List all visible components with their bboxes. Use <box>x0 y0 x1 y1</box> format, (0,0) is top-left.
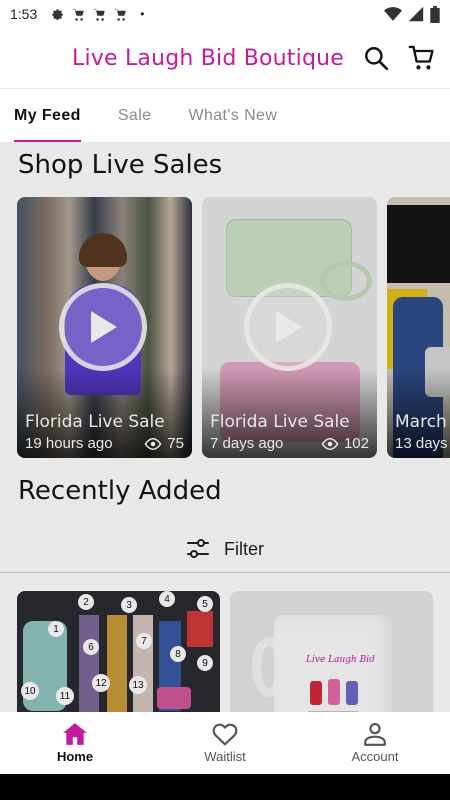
nav-account[interactable]: Account <box>300 712 450 774</box>
filter-label: Filter <box>224 538 264 559</box>
live-sale-views: 75 <box>167 435 184 452</box>
live-sale-title: Florida Live Sale <box>210 412 350 432</box>
cart-button[interactable] <box>408 44 436 72</box>
settings-icon <box>52 8 64 20</box>
product-number-label: 8 <box>170 646 186 662</box>
play-button[interactable] <box>59 283 147 371</box>
search-button[interactable] <box>362 44 390 72</box>
live-sale-card[interactable]: March Live Sale 13 days ago <box>387 197 450 458</box>
product-image-mug <box>230 591 433 712</box>
search-icon <box>365 47 389 71</box>
live-sale-card[interactable]: Florida Live Sale 19 hours ago 75 <box>17 197 192 458</box>
tab-sale[interactable]: Sale <box>118 89 152 143</box>
signal-icon <box>408 6 424 22</box>
status-time: 1:53 <box>10 6 38 22</box>
feed-tabs: My Feed Sale What's New <box>0 88 450 143</box>
status-bar: 1:53 • <box>0 0 450 28</box>
nav-label-waitlist: Waitlist <box>204 749 246 764</box>
play-button[interactable] <box>244 283 332 371</box>
live-sale-time: 13 days ago <box>395 435 450 452</box>
brand-title: Live Laugh Bid Boutique <box>72 45 344 71</box>
product-number-label: 1 <box>48 621 64 637</box>
live-sale-card[interactable]: Florida Live Sale 7 days ago 102 <box>202 197 377 458</box>
product-card[interactable]: 1 2 3 4 5 6 7 8 9 10 11 12 13 <box>17 591 220 712</box>
system-navigation-bar <box>0 774 450 800</box>
person-icon <box>364 722 386 746</box>
heart-icon <box>212 723 238 746</box>
mug-print-text: Live Laugh Bid <box>306 655 375 665</box>
wifi-icon <box>384 7 402 21</box>
live-sale-time: 7 days ago <box>210 435 284 452</box>
product-number-label: 7 <box>136 633 152 649</box>
product-number-label: 9 <box>197 655 213 671</box>
nav-label-account: Account <box>351 749 399 764</box>
nav-label-home: Home <box>56 749 94 764</box>
product-number-label: 4 <box>159 591 175 607</box>
live-sales-carousel[interactable]: Florida Live Sale 19 hours ago 75 Florid… <box>17 197 450 458</box>
cart-notification-icon <box>94 8 106 21</box>
section-title-live-sales: Shop Live Sales <box>18 150 223 180</box>
live-sale-views: 102 <box>343 435 369 452</box>
product-number-label: 2 <box>78 594 94 610</box>
battery-icon <box>430 5 440 23</box>
product-image-hair-clips <box>17 591 220 712</box>
nav-waitlist[interactable]: Waitlist <box>150 712 300 774</box>
live-sale-time: 19 hours ago <box>25 435 113 452</box>
product-card[interactable]: Live Laugh Bid <box>230 591 433 712</box>
tab-my-feed[interactable]: My Feed <box>14 89 81 143</box>
live-sale-title: Florida Live Sale <box>25 412 165 432</box>
product-number-label: 10 <box>21 682 39 700</box>
feed-content[interactable]: Shop Live Sales Florida Live Sale 19 hou… <box>0 142 450 712</box>
product-number-label: 12 <box>92 674 110 692</box>
section-title-recently-added: Recently Added <box>18 476 222 506</box>
cart-notification-icon <box>115 8 127 21</box>
cart-notification-icon <box>73 8 85 21</box>
eye-icon <box>144 437 162 450</box>
live-sale-title: March Live Sale <box>395 412 450 432</box>
product-number-label: 13 <box>129 676 147 694</box>
product-number-label: 3 <box>121 597 137 613</box>
bottom-navigation: Home Waitlist Account <box>0 712 450 774</box>
product-number-label: 11 <box>56 687 74 705</box>
cart-icon <box>408 45 434 70</box>
filter-icon <box>187 539 209 558</box>
play-icon <box>91 311 117 343</box>
tab-whats-new[interactable]: What's New <box>188 89 277 143</box>
eye-icon <box>321 437 339 450</box>
divider <box>0 572 450 573</box>
status-dot: • <box>140 7 145 21</box>
product-number-label: 6 <box>83 639 99 655</box>
nav-home[interactable]: Home <box>0 712 150 774</box>
home-icon <box>63 723 87 745</box>
play-icon <box>276 311 302 343</box>
app-header: Live Laugh Bid Boutique <box>0 28 450 88</box>
product-number-label: 5 <box>197 596 213 612</box>
filter-button[interactable]: Filter <box>0 525 450 573</box>
